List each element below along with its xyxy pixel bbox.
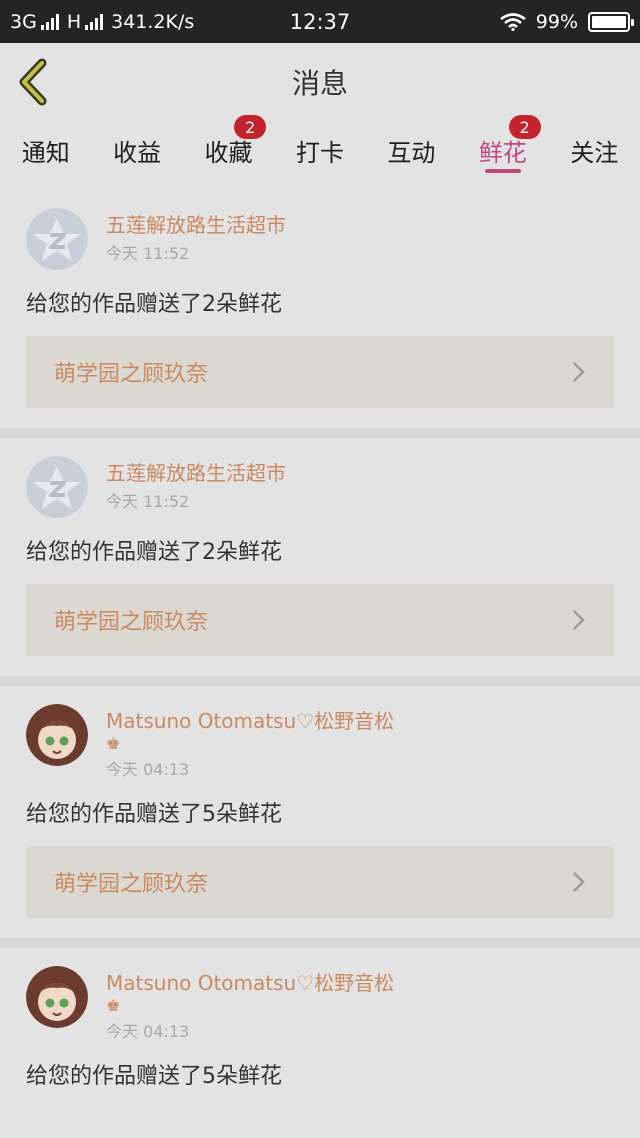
default-avatar-icon[interactable] xyxy=(26,208,88,270)
page-title: 消息 xyxy=(291,67,348,100)
message-text: 给您的作品赠送了5朵鲜花 xyxy=(26,802,282,827)
message-time: 今天 11:52 xyxy=(106,492,190,511)
unread-badge: 2 xyxy=(234,115,267,139)
status-left: 3G H 341.2K/s xyxy=(10,11,194,33)
tab-label: 关注 xyxy=(570,139,619,167)
tab-interaction[interactable]: 互动 xyxy=(366,121,457,181)
work-link[interactable]: 萌学园之顾玖奈 xyxy=(26,584,614,656)
message-list: 五莲解放路生活超市 今天 11:52 给您的作品赠送了2朵鲜花 萌学园之顾玖奈 … xyxy=(0,190,640,1112)
message-text: 给您的作品赠送了2朵鲜花 xyxy=(26,540,282,565)
message-text: 给您的作品赠送了5朵鲜花 xyxy=(26,1064,282,1089)
tab-label: 收益 xyxy=(113,139,162,167)
work-link[interactable]: 萌学园之顾玖奈 xyxy=(26,336,614,408)
tab-follow[interactable]: 关注 xyxy=(549,121,640,181)
message-card: Matsuno Otomatsu♡松野音松 ♚ 今天 04:13 给您的作品赠送… xyxy=(0,676,640,938)
work-link[interactable]: 萌学园之顾玖奈 xyxy=(26,846,614,918)
tab-label: 打卡 xyxy=(295,139,344,167)
tab-checkin[interactable]: 打卡 xyxy=(274,121,365,181)
work-title: 萌学园之顾玖奈 xyxy=(54,872,209,897)
work-title: 萌学园之顾玖奈 xyxy=(54,610,209,635)
signal-icon-2 xyxy=(85,13,104,30)
message-time: 今天 04:13 xyxy=(106,760,190,779)
sender-row[interactable]: 五莲解放路生活超市 今天 11:52 xyxy=(26,208,614,270)
sender-row[interactable]: Matsuno Otomatsu♡松野音松 ♚ 今天 04:13 xyxy=(26,704,614,780)
crown-icon: ♚ xyxy=(106,996,121,1015)
anime-avatar-icon[interactable] xyxy=(26,704,88,766)
work-title: 萌学园之顾玖奈 xyxy=(54,362,209,387)
tab-label: 互动 xyxy=(387,139,436,167)
battery-percent: 99% xyxy=(535,10,578,33)
sender-row[interactable]: Matsuno Otomatsu♡松野音松 ♚ 今天 04:13 xyxy=(26,966,614,1042)
message-text: 给您的作品赠送了2朵鲜花 xyxy=(26,292,282,317)
signal-icon xyxy=(40,13,59,30)
sender-name[interactable]: 五莲解放路生活超市 xyxy=(106,212,286,238)
tab-label: 通知 xyxy=(21,139,70,167)
message-card: 五莲解放路生活超市 今天 11:52 给您的作品赠送了2朵鲜花 萌学园之顾玖奈 xyxy=(0,190,640,428)
network-speed: 341.2K/s xyxy=(111,10,195,33)
wifi-icon xyxy=(499,12,526,31)
nav-header: 消息 xyxy=(0,43,640,121)
sender-row[interactable]: 五莲解放路生活超市 今天 11:52 xyxy=(26,456,614,518)
status-right: 99% xyxy=(499,10,634,33)
anime-avatar-icon[interactable] xyxy=(26,966,88,1028)
default-avatar-icon[interactable] xyxy=(26,456,88,518)
back-arrow-icon[interactable] xyxy=(14,57,54,107)
tab-label: 收藏 xyxy=(204,139,253,167)
chevron-right-icon xyxy=(573,872,585,892)
network-type: 3G xyxy=(10,10,37,33)
sender-name[interactable]: 五莲解放路生活超市 xyxy=(106,460,286,486)
network-type-2: H xyxy=(66,10,82,33)
battery-icon xyxy=(588,11,634,32)
tab-favorites[interactable]: 收藏 2 xyxy=(183,115,274,181)
tab-notice[interactable]: 通知 xyxy=(0,121,91,181)
status-bar: 3G H 341.2K/s 12:37 99% xyxy=(0,0,640,43)
tab-bar: 通知 收益 收藏 2 打卡 互动 鲜花 2 关注 xyxy=(0,115,640,181)
message-time: 今天 04:13 xyxy=(106,1022,190,1041)
tab-earnings[interactable]: 收益 xyxy=(91,121,182,181)
sender-name[interactable]: Matsuno Otomatsu♡松野音松 xyxy=(106,708,394,734)
message-card: Matsuno Otomatsu♡松野音松 ♚ 今天 04:13 给您的作品赠送… xyxy=(0,938,640,1112)
unread-badge: 2 xyxy=(508,115,541,139)
tab-flowers[interactable]: 鲜花 2 xyxy=(457,115,548,181)
message-time: 今天 11:52 xyxy=(106,244,190,263)
crown-icon: ♚ xyxy=(106,734,121,753)
message-card: 五莲解放路生活超市 今天 11:52 给您的作品赠送了2朵鲜花 萌学园之顾玖奈 xyxy=(0,428,640,676)
chevron-right-icon xyxy=(573,610,585,630)
tab-label: 鲜花 xyxy=(478,139,527,167)
sender-name[interactable]: Matsuno Otomatsu♡松野音松 xyxy=(106,970,394,996)
chevron-right-icon xyxy=(573,362,585,382)
